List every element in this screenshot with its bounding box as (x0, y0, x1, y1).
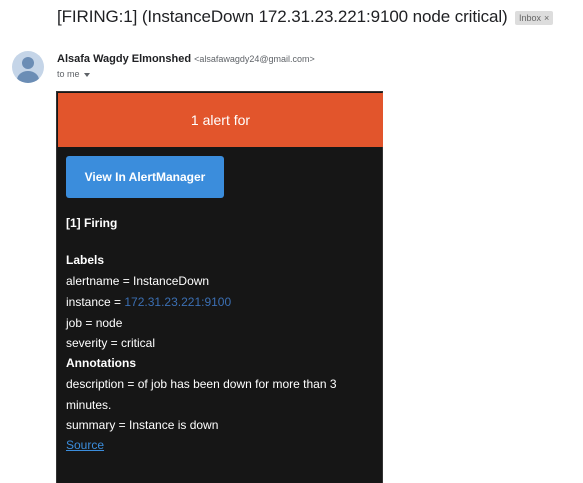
recipient-text: to me (57, 69, 80, 79)
labels-heading: Labels (66, 253, 105, 267)
sender-line: Alsafa Wagdy Elmonshed <alsafawagdy24@gma… (57, 53, 315, 65)
avatar-body-shape (17, 71, 39, 83)
firing-heading: [1] Firing (66, 216, 118, 230)
label-instance-key: instance = (66, 295, 125, 309)
alert-email-body: 1 alert for View In AlertManager [1] Fir… (56, 91, 383, 483)
label-job: job = node (66, 316, 123, 330)
chevron-down-icon[interactable] (83, 72, 90, 77)
source-link[interactable]: Source (66, 438, 104, 452)
label-alertname: alertname = InstanceDown (66, 274, 210, 288)
label-instance: instance = 172.31.23.221:9100 (66, 295, 231, 309)
annotations-heading: Annotations (66, 356, 136, 370)
annotation-description-line-2: minutes. (66, 398, 112, 412)
view-in-alertmanager-button[interactable]: View In AlertManager (66, 156, 224, 198)
inbox-label-text: Inbox (519, 13, 542, 23)
label-severity: severity = critical (66, 336, 156, 350)
email-subject: [FIRING:1] (InstanceDown 172.31.23.221:9… (57, 7, 508, 26)
avatar-head-shape (22, 57, 34, 69)
remove-label-icon[interactable]: × (544, 13, 549, 23)
sender-email: <alsafawagdy24@gmail.com> (194, 54, 315, 64)
sender-avatar[interactable] (12, 51, 44, 83)
recipient-details-toggle[interactable]: to me (57, 69, 90, 79)
inbox-label-chip[interactable]: Inbox × (515, 11, 554, 25)
sender-name[interactable]: Alsafa Wagdy Elmonshed (57, 53, 191, 65)
instance-address-link[interactable]: 172.31.23.221:9100 (124, 295, 231, 309)
annotation-summary: summary = Instance is down (66, 418, 219, 432)
annotation-description-line-1: description = of job has been down for m… (66, 377, 337, 391)
alert-banner: 1 alert for (58, 93, 383, 147)
